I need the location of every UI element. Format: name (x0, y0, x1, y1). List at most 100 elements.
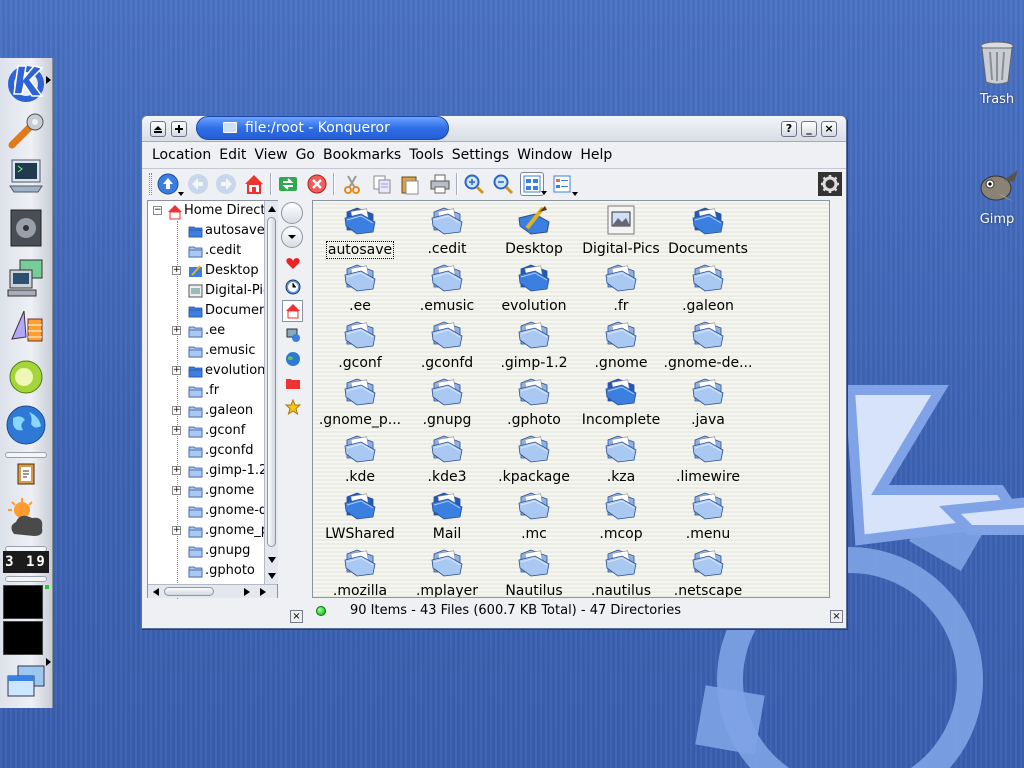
menu-help[interactable]: Help (576, 144, 616, 168)
file-item[interactable]: .kde (314, 432, 406, 485)
network-computer-button[interactable] (3, 256, 49, 300)
detail-view-dropdown-arrow[interactable] (572, 192, 578, 196)
pager-desktop-2[interactable] (3, 621, 43, 655)
file-item[interactable]: .kza (575, 432, 667, 485)
tree-horizontal-scrollbar[interactable] (148, 584, 277, 598)
file-item[interactable]: .ee (314, 261, 406, 314)
file-item[interactable]: Digital-Pics (575, 204, 667, 257)
tree-hscroll-thumb[interactable] (164, 587, 214, 596)
tree-item[interactable]: + .ee (148, 321, 266, 341)
file-item[interactable]: .java (662, 375, 754, 428)
throbber[interactable] (818, 172, 842, 196)
file-item[interactable]: .kpackage (488, 432, 580, 485)
detail-view-button[interactable] (550, 172, 578, 196)
file-item[interactable]: Incomplete (575, 375, 667, 428)
weather-button[interactable] (3, 494, 49, 544)
sidebar-history-tab[interactable] (282, 276, 303, 298)
sidebar-favorites-tab[interactable] (282, 396, 303, 418)
file-item[interactable]: .mplayer (401, 546, 493, 597)
tree-item[interactable]: .cedit (148, 241, 266, 261)
tree-item[interactable]: + .galeon (148, 401, 266, 421)
print-button[interactable] (428, 172, 452, 196)
file-item[interactable]: evolution (488, 261, 580, 314)
stop-button[interactable] (305, 172, 329, 196)
window-menu-button[interactable] (150, 121, 166, 137)
control-center-button[interactable] (3, 109, 49, 153)
toolbar-handle[interactable] (149, 173, 152, 195)
tree-item[interactable]: + .gconf (148, 421, 266, 441)
tree-item[interactable]: + Desktop (148, 261, 266, 281)
tree-scroll-down-2[interactable] (265, 569, 278, 582)
zoom-out-button[interactable] (491, 172, 515, 196)
menu-bookmarks[interactable]: Bookmarks (319, 144, 405, 168)
iconview-vertical-scrollbar[interactable] (829, 201, 830, 597)
sidebar-services-tab[interactable] (282, 348, 303, 370)
lemon-button[interactable] (3, 355, 49, 399)
menu-edit[interactable]: Edit (215, 144, 250, 168)
tree-collapse-toggle[interactable]: − (153, 206, 162, 215)
desktop-trash[interactable]: Trash (967, 40, 1024, 107)
tree-expand-toggle[interactable]: + (172, 426, 181, 435)
menu-settings[interactable]: Settings (448, 144, 513, 168)
window-list-button[interactable] (3, 662, 49, 702)
tree-item[interactable]: .fr (148, 381, 266, 401)
tree-scroll-up[interactable] (265, 202, 278, 215)
help-button[interactable]: ? (781, 121, 797, 137)
tree-item[interactable]: .emusic (148, 341, 266, 361)
sidebar-config-button[interactable] (281, 202, 303, 224)
cut-button[interactable] (340, 172, 364, 196)
tree-item[interactable]: + evolution (148, 361, 266, 381)
tree-item[interactable]: autosave (148, 221, 266, 241)
tree-item[interactable]: .gnome-desktop (148, 501, 266, 521)
tree-item[interactable]: .gphoto (148, 561, 266, 581)
file-item[interactable]: Nautilus (488, 546, 580, 597)
file-item[interactable]: .gnupg (401, 375, 493, 428)
tree-root[interactable]: − Home Directory (148, 201, 266, 221)
file-item[interactable]: .gconfd (401, 318, 493, 371)
paste-button[interactable] (398, 172, 422, 196)
tree-expand-toggle[interactable]: + (172, 266, 181, 275)
tree-item[interactable]: + .gnome_private (148, 521, 266, 541)
tree-scroll-down-1[interactable] (265, 553, 278, 566)
file-item[interactable]: Documents (662, 204, 754, 257)
file-item[interactable]: LWShared (314, 489, 406, 542)
icon-view-close-button[interactable]: × (830, 610, 843, 623)
close-button[interactable]: × (821, 121, 837, 137)
file-item[interactable]: Mail (401, 489, 493, 542)
tree-item[interactable]: + .gimp-1.2 (148, 461, 266, 481)
tree-item[interactable]: .gconfd (148, 441, 266, 461)
file-item[interactable]: .galeon (662, 261, 754, 314)
file-item[interactable]: .gnome-de... (662, 318, 754, 371)
tree-scroll-left[interactable] (149, 585, 162, 598)
file-item[interactable]: .cedit (401, 204, 493, 257)
clipboard-button[interactable] (3, 458, 49, 488)
tree-expand-toggle[interactable]: + (172, 486, 181, 495)
icon-view-button[interactable] (520, 172, 547, 196)
tree-expand-toggle[interactable]: + (172, 526, 181, 535)
tree-scroll-thumb[interactable] (267, 217, 276, 547)
tree-item[interactable]: .gnupg (148, 541, 266, 561)
tree-expand-toggle[interactable]: + (172, 406, 181, 415)
menu-go[interactable]: Go (292, 144, 319, 168)
up-button[interactable] (156, 172, 184, 196)
file-item[interactable]: autosave (314, 204, 406, 259)
reload-button[interactable] (276, 172, 300, 196)
menu-view[interactable]: View (250, 144, 291, 168)
file-item[interactable]: .gphoto (488, 375, 580, 428)
file-item[interactable]: .fr (575, 261, 667, 314)
sidebar-network-tab[interactable] (282, 324, 303, 346)
sticky-button[interactable] (171, 121, 187, 137)
tree-expand-toggle[interactable]: + (172, 366, 181, 375)
file-item[interactable]: .mozilla (314, 546, 406, 597)
pager-desktop-1[interactable] (3, 585, 43, 619)
forward-button[interactable] (214, 172, 238, 196)
copy-button[interactable] (370, 172, 394, 196)
tree-scroll-right-2[interactable] (256, 585, 269, 598)
sidebar-bookmarks-tab[interactable] (282, 252, 303, 274)
titlebar[interactable]: file:/root - Konqueror ? _ × (142, 116, 846, 142)
sidebar-home-tab[interactable] (282, 300, 303, 322)
minimize-button[interactable]: _ (801, 121, 817, 137)
file-item[interactable]: .kde3 (401, 432, 493, 485)
office-suite-button[interactable] (3, 305, 49, 349)
tree-expand-toggle[interactable]: + (172, 466, 181, 475)
